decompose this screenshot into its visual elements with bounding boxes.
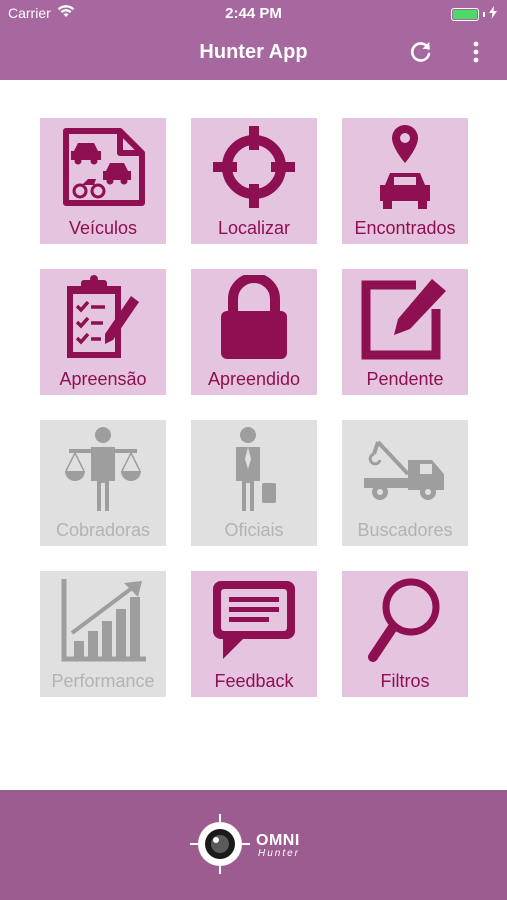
battery-icon <box>451 7 479 21</box>
car-location-pin-icon <box>342 118 468 216</box>
tile-label: Apreensão <box>59 369 147 389</box>
tile-encontrados[interactable]: Encontrados <box>342 118 468 244</box>
person-scales-icon <box>40 420 166 518</box>
person-briefcase-icon <box>191 420 317 518</box>
clipboard-checklist-icon <box>40 269 166 367</box>
tile-label: Cobradoras <box>55 520 151 540</box>
more-vertical-icon <box>472 41 480 68</box>
menu-grid: Veículos Localizar Encontrados Apreensão… <box>40 118 468 698</box>
clock: 2:44 PM <box>225 5 282 22</box>
tile-filtros[interactable]: Filtros <box>342 571 468 697</box>
battery-group <box>451 6 497 22</box>
tile-apreensao[interactable]: Apreensão <box>40 269 166 395</box>
chat-bubble-icon <box>191 571 317 669</box>
tile-label: Oficiais <box>224 520 284 540</box>
growth-chart-icon <box>40 571 166 669</box>
charging-bolt-icon <box>489 6 497 22</box>
footer: OMNI Hunter <box>0 790 507 900</box>
navigation-bar: Hunter App <box>0 26 507 80</box>
tile-cobradoras[interactable]: Cobradoras <box>40 420 166 546</box>
tile-performance[interactable]: Performance <box>40 571 166 697</box>
logo-sub-text: Hunter <box>258 848 301 859</box>
crosshair-icon <box>191 118 317 216</box>
more-options-button[interactable] <box>459 37 493 71</box>
magnifier-icon <box>342 571 468 669</box>
eye-target-icon <box>190 813 250 879</box>
tile-label: Localizar <box>217 218 291 238</box>
tow-truck-icon <box>342 420 468 518</box>
tile-label: Filtros <box>380 671 430 691</box>
tile-pendente[interactable]: Pendente <box>342 269 468 395</box>
tile-localizar[interactable]: Localizar <box>191 118 317 244</box>
logo-main-text: OMNI <box>256 832 300 849</box>
tile-buscadores[interactable]: Buscadores <box>342 420 468 546</box>
refresh-button[interactable] <box>404 37 438 71</box>
tile-label: Performance <box>51 671 155 691</box>
status-bar: Carrier 2:44 PM <box>0 0 507 26</box>
tile-label: Buscadores <box>357 520 453 540</box>
edit-square-icon <box>342 269 468 367</box>
tile-oficiais[interactable]: Oficiais <box>191 420 317 546</box>
tile-label: Veículos <box>68 218 138 238</box>
tile-veiculos[interactable]: Veículos <box>40 118 166 244</box>
vehicles-document-icon <box>40 118 166 216</box>
omni-hunter-logo: OMNI Hunter <box>190 813 320 879</box>
tile-label: Feedback <box>214 671 294 691</box>
tile-feedback[interactable]: Feedback <box>191 571 317 697</box>
tile-label: Pendente <box>366 369 444 389</box>
tile-apreendido[interactable]: Apreendido <box>191 269 317 395</box>
refresh-icon <box>408 39 434 70</box>
tile-label: Apreendido <box>207 369 301 389</box>
tile-label: Encontrados <box>354 218 456 238</box>
padlock-icon <box>191 269 317 367</box>
